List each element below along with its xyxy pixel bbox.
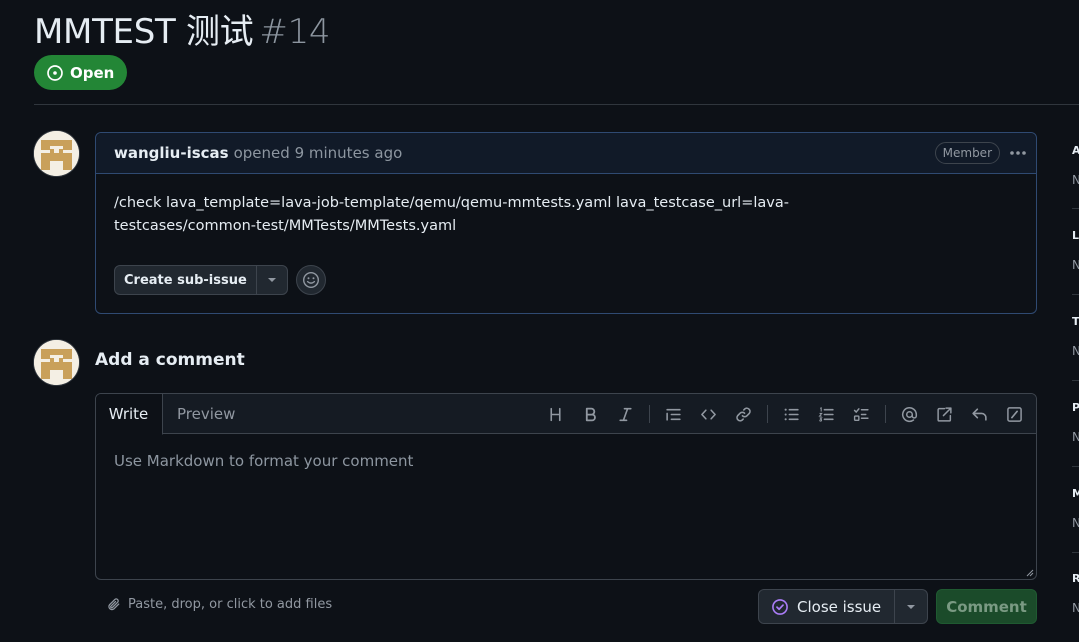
issue-title-text: MMTEST 测试 bbox=[34, 12, 254, 52]
issue-closed-icon bbox=[772, 598, 788, 615]
sidebar-section-heading[interactable]: M bbox=[1072, 487, 1079, 500]
slash-commands-icon[interactable] bbox=[997, 394, 1032, 434]
comment-body: /check lava_template=lava-job-template/q… bbox=[114, 195, 789, 234]
comment-submit-button[interactable]: Comment bbox=[936, 589, 1037, 624]
editor-toolbar: Write Preview bbox=[96, 394, 1036, 435]
comment-header: wangliu-iscas opened 9 minutes ago Membe… bbox=[96, 133, 1036, 174]
paperclip-icon bbox=[108, 598, 120, 611]
resize-handle-icon[interactable] bbox=[1026, 569, 1034, 577]
comment-author-link[interactable]: wangliu-iscas bbox=[114, 144, 229, 162]
sidebar-divider bbox=[1072, 208, 1079, 209]
issue-comment: wangliu-iscas opened 9 minutes ago Membe… bbox=[95, 132, 1037, 314]
close-issue-button[interactable]: Close issue bbox=[759, 590, 896, 623]
italic-icon[interactable] bbox=[608, 394, 643, 434]
cross-reference-icon[interactable] bbox=[927, 394, 962, 434]
sidebar-section-value: N bbox=[1072, 430, 1079, 444]
triangle-down-icon bbox=[907, 604, 916, 609]
task-list-icon[interactable] bbox=[844, 394, 879, 434]
heading-icon[interactable] bbox=[538, 394, 573, 434]
tab-preview[interactable]: Preview bbox=[177, 394, 235, 434]
sidebar-section-heading[interactable]: L bbox=[1072, 229, 1079, 242]
attach-files-button[interactable]: Paste, drop, or click to add files bbox=[107, 597, 332, 612]
code-icon[interactable] bbox=[691, 394, 726, 434]
sidebar-section-value: N bbox=[1072, 173, 1079, 187]
sidebar-section-heading[interactable]: A bbox=[1072, 144, 1079, 157]
toolbar-separator bbox=[649, 405, 650, 423]
issue-page: MMTEST 测试 #14 Open wangliu-iscas opened 9… bbox=[0, 0, 1079, 642]
issue-state-label: Open bbox=[70, 63, 115, 82]
ordered-list-icon[interactable] bbox=[809, 394, 844, 434]
attach-files-label: Paste, drop, or click to add files bbox=[128, 597, 333, 612]
formatting-tools bbox=[538, 394, 1032, 434]
sidebar-divider bbox=[1072, 380, 1079, 381]
comment-textarea[interactable]: Use Markdown to format your comment bbox=[96, 434, 1036, 488]
sidebar-section-heading[interactable]: R bbox=[1072, 572, 1079, 585]
sidebar-section-value: N bbox=[1072, 344, 1079, 358]
sidebar-divider bbox=[1072, 294, 1079, 295]
triangle-down-icon bbox=[267, 278, 276, 282]
reply-icon[interactable] bbox=[962, 394, 997, 434]
unordered-list-icon[interactable] bbox=[774, 394, 809, 434]
create-sub-issue-group: Create sub-issue bbox=[114, 265, 288, 295]
member-badge: Member bbox=[934, 142, 1000, 164]
sidebar-section-heading[interactable]: T bbox=[1072, 315, 1079, 328]
quote-icon[interactable] bbox=[656, 394, 691, 434]
smiley-icon bbox=[302, 271, 319, 289]
avatar[interactable] bbox=[34, 131, 79, 176]
close-issue-dropdown-button[interactable] bbox=[895, 590, 927, 623]
avatar[interactable] bbox=[34, 340, 79, 385]
issue-opened-icon bbox=[47, 64, 63, 81]
sidebar-section-heading[interactable]: P bbox=[1072, 401, 1079, 414]
sidebar-divider bbox=[1072, 552, 1079, 553]
sidebar-section-value: N bbox=[1072, 258, 1079, 272]
issue-title: MMTEST 测试 #14 bbox=[34, 4, 331, 53]
mention-icon[interactable] bbox=[892, 394, 927, 434]
issue-sidebar: A N L N T N P N M N R N bbox=[1072, 132, 1079, 642]
close-issue-label: Close issue bbox=[797, 597, 882, 616]
link-icon[interactable] bbox=[726, 394, 761, 434]
tab-write[interactable]: Write bbox=[96, 394, 163, 435]
comment-timestamp-link[interactable]: 9 minutes ago bbox=[295, 144, 403, 162]
add-reaction-button[interactable] bbox=[295, 265, 326, 295]
close-issue-group: Close issue bbox=[758, 589, 929, 624]
sub-issue-dropdown-button[interactable] bbox=[257, 266, 287, 294]
comment-editor: Write Preview Use Markdown to format you… bbox=[95, 393, 1037, 580]
add-comment-heading: Add a comment bbox=[95, 350, 245, 370]
comment-action: opened bbox=[233, 144, 290, 162]
identicon-avatar bbox=[34, 340, 79, 385]
sidebar-section-value: N bbox=[1072, 601, 1079, 615]
kebab-menu-icon[interactable] bbox=[1000, 150, 1036, 156]
comment-actions: Create sub-issue bbox=[114, 265, 326, 295]
comment-meta: opened 9 minutes ago bbox=[234, 144, 403, 162]
issue-state-badge: Open bbox=[34, 55, 128, 90]
toolbar-separator bbox=[885, 405, 886, 423]
toolbar-separator bbox=[767, 405, 768, 423]
sidebar-divider bbox=[1072, 466, 1079, 467]
sidebar-section-value: N bbox=[1072, 516, 1079, 530]
create-sub-issue-button[interactable]: Create sub-issue bbox=[115, 266, 257, 294]
comment-placeholder: Use Markdown to format your comment bbox=[114, 452, 414, 470]
identicon-avatar bbox=[34, 131, 79, 176]
issue-number: #14 bbox=[259, 12, 331, 52]
header-divider bbox=[34, 104, 1079, 105]
bold-icon[interactable] bbox=[573, 394, 608, 434]
